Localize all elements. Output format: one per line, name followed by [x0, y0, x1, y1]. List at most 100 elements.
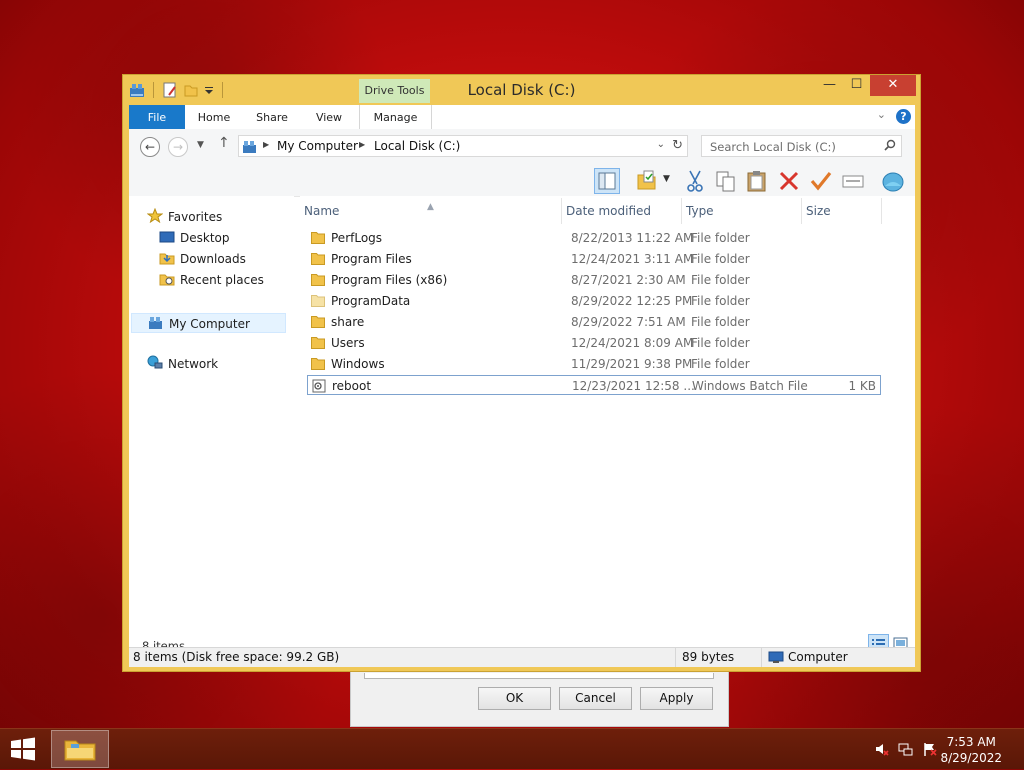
column-type[interactable]: Type [682, 198, 802, 224]
column-name[interactable]: Name ▲ [300, 198, 562, 224]
paste-icon[interactable] [744, 168, 770, 194]
nav-my-computer[interactable]: My Computer [131, 313, 286, 333]
folder-icon [311, 357, 325, 370]
file-row[interactable]: Program Files (x86) 8/27/2021 2:30 AM File… [307, 270, 881, 290]
nav-my-computer-label: My Computer [169, 317, 250, 331]
cancel-button[interactable]: Cancel [559, 687, 632, 710]
refresh-icon[interactable]: ↻ [672, 138, 683, 153]
file-type: Windows Batch File [692, 379, 808, 393]
globe-icon[interactable] [880, 168, 906, 194]
system-clock[interactable]: 7:53 AM 8/29/2022 [940, 734, 1002, 766]
forward-button[interactable]: → [168, 137, 188, 157]
taskbar-file-explorer[interactable] [51, 730, 109, 768]
star-icon [146, 207, 164, 224]
file-type: File folder [691, 231, 750, 245]
column-size[interactable]: Size [802, 198, 882, 224]
properties-dropdown-icon[interactable]: ▼ [663, 174, 670, 184]
file-type: File folder [691, 315, 750, 329]
breadcrumb-arrow-icon[interactable]: ▶ [263, 140, 269, 149]
network-icon [147, 355, 163, 369]
close-button[interactable]: ✕ [870, 75, 916, 96]
dialog-field [364, 673, 714, 679]
file-row[interactable]: share 8/29/2022 7:51 AM File folder [307, 312, 881, 332]
file-date-modified: 11/29/2021 9:38 PM [571, 357, 693, 371]
nav-recent-places-label: Recent places [180, 273, 264, 287]
folder-icon [311, 231, 325, 244]
nav-favorites-label: Favorites [168, 210, 223, 224]
tab-manage[interactable]: Manage [359, 105, 432, 129]
copy-icon[interactable] [713, 168, 739, 194]
nav-downloads[interactable]: Downloads [159, 249, 246, 269]
status-bar: 8 items (Disk free space: 99.2 GB) 89 by… [129, 647, 915, 667]
rename-icon[interactable] [840, 168, 866, 194]
ribbon-expand-icon[interactable]: ⌄ [877, 108, 886, 121]
file-row[interactable]: Users 12/24/2021 8:09 AM File folder [307, 333, 881, 353]
file-date-modified: 8/29/2022 12:25 PM [571, 294, 693, 308]
downloads-icon [159, 251, 175, 265]
nav-favorites[interactable]: Favorites [146, 207, 223, 227]
cut-icon[interactable] [682, 168, 708, 194]
tab-share[interactable]: Share [247, 105, 297, 129]
ribbon-tabs: File Home Share View Manage ⌄ ? [129, 105, 915, 129]
nav-recent-places[interactable]: Recent places [159, 270, 264, 290]
search-box[interactable] [701, 135, 902, 157]
nav-network[interactable]: Network [147, 354, 218, 374]
column-date[interactable]: Date modified [562, 198, 682, 224]
tab-home[interactable]: Home [189, 105, 239, 129]
address-bar[interactable]: ▶ My Computer ▶ Local Disk (C:) ⌄ ↻ [238, 135, 688, 157]
folder-icon [311, 252, 325, 265]
sort-ascending-icon: ▲ [427, 202, 434, 212]
status-location: Computer [788, 650, 848, 664]
folder-icon [311, 315, 325, 328]
properties-icon[interactable] [634, 168, 660, 194]
nav-downloads-label: Downloads [180, 252, 246, 266]
search-icon[interactable] [884, 139, 896, 151]
status-bytes: 89 bytes [682, 650, 735, 664]
select-icon[interactable] [808, 168, 834, 194]
file-list: Name ▲ Date modified Type Size PerfLogs 8… [300, 196, 915, 632]
apply-button[interactable]: Apply [640, 687, 713, 710]
file-name: PerfLogs [331, 231, 383, 245]
start-button[interactable] [8, 736, 38, 762]
desktop-icon [159, 230, 175, 244]
preview-pane-icon[interactable] [594, 168, 620, 194]
breadcrumb-local-disk[interactable]: Local Disk (C:) [374, 139, 460, 153]
nav-desktop[interactable]: Desktop [159, 228, 230, 248]
address-dropdown-icon[interactable]: ⌄ [657, 139, 665, 150]
file-row[interactable]: ProgramData 8/29/2022 12:25 PM File folder [307, 291, 881, 311]
title-bar[interactable]: Drive Tools Local Disk (C:) — ☐ ✕ [123, 75, 920, 105]
help-icon[interactable]: ? [896, 109, 911, 124]
breadcrumb-arrow-icon[interactable]: ▶ [359, 140, 365, 149]
tab-file[interactable]: File [129, 105, 185, 129]
network-tray-icon[interactable] [898, 741, 914, 757]
file-type: File folder [691, 336, 750, 350]
file-type: File folder [691, 273, 750, 287]
action-center-alert-icon[interactable] [922, 741, 938, 757]
maximize-button[interactable]: ☐ [843, 75, 870, 96]
recent-locations-icon[interactable]: ▼ [197, 140, 204, 150]
file-row[interactable]: Windows 11/29/2021 9:38 PM File folder [307, 354, 881, 374]
file-row[interactable]: PerfLogs 8/22/2013 11:22 AM File folder [307, 228, 881, 248]
breadcrumb-my-computer[interactable]: My Computer [277, 139, 358, 153]
file-type: File folder [691, 294, 750, 308]
window-title: Local Disk (C:) [467, 81, 576, 99]
speaker-muted-icon[interactable] [874, 741, 890, 757]
clock-date: 8/29/2022 [940, 751, 1002, 765]
back-button[interactable]: ← [140, 137, 160, 157]
file-name: Windows [331, 357, 385, 371]
up-button[interactable]: ↑ [218, 135, 230, 151]
delete-icon[interactable] [776, 168, 802, 194]
file-row[interactable]: Program Files 12/24/2021 3:11 AM File fold… [307, 249, 881, 269]
computer-icon [242, 139, 258, 157]
file-date-modified: 12/24/2021 3:11 AM [571, 252, 694, 266]
command-toolbar: ▼ [129, 166, 915, 197]
explorer-window: Drive Tools Local Disk (C:) — ☐ ✕ File H… [122, 74, 921, 672]
minimize-button[interactable]: — [816, 75, 843, 96]
file-row[interactable]: reboot 12/23/2021 12:58 ... Windows Batch … [307, 375, 881, 395]
search-input[interactable] [708, 138, 882, 156]
ok-button[interactable]: OK [478, 687, 551, 710]
file-name: share [331, 315, 365, 329]
background-properties-dialog: OK Cancel Apply [350, 668, 729, 727]
status-divider [761, 648, 762, 667]
tab-view[interactable]: View [304, 105, 354, 129]
